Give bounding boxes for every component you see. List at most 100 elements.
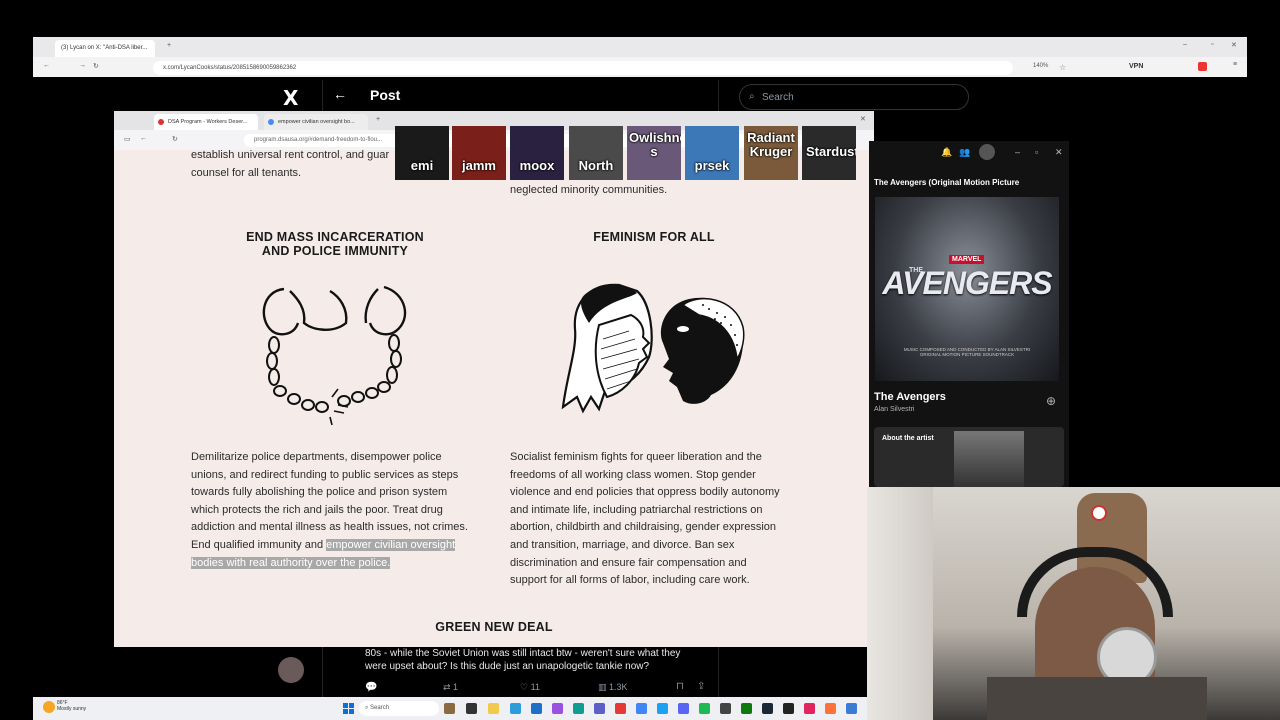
avatar-tile-radiant-kruger: Radiant Kruger bbox=[744, 126, 798, 180]
taskbar-app-icon[interactable] bbox=[720, 703, 731, 714]
taskbar-app-icon[interactable] bbox=[466, 703, 477, 714]
back-tab-x[interactable]: (3) Lycan on X: "Anti-DSA liber... bbox=[55, 40, 155, 57]
firefox-icon[interactable] bbox=[825, 703, 836, 714]
share-icon[interactable]: ⇪ bbox=[697, 681, 705, 692]
reply-avatar[interactable] bbox=[278, 657, 304, 683]
body-text-plain: End qualified immunity and bbox=[191, 538, 327, 551]
avatar-tile-moox: moox bbox=[510, 126, 564, 180]
track-artist[interactable]: Alan Silvestri bbox=[874, 406, 914, 413]
avatar-name: Stardust bbox=[806, 144, 856, 159]
taskbar-app-icon[interactable] bbox=[741, 703, 752, 714]
avatar-name: emi bbox=[410, 158, 434, 173]
taskbar-search-label: Search bbox=[370, 705, 390, 711]
highlighted-text[interactable]: empower civilian oversight bbox=[326, 538, 456, 551]
front-reload-icon[interactable]: ↻ bbox=[172, 135, 178, 143]
edge-icon[interactable] bbox=[573, 703, 584, 714]
dsa-favicon-icon bbox=[158, 119, 164, 125]
search-icon: ⌕ bbox=[749, 91, 755, 102]
taskbar-app-icon[interactable] bbox=[510, 703, 521, 714]
star-icon[interactable]: ☆ bbox=[1059, 63, 1066, 72]
retweet-button[interactable]: ⇄ 1 bbox=[443, 682, 458, 693]
x-post-title: Post bbox=[370, 87, 401, 103]
body-line: towards fully abolishing the police and … bbox=[191, 486, 448, 499]
taskbar-app-icon[interactable] bbox=[531, 703, 542, 714]
cover-credit-line-2: ORIGINAL MOTION PICTURE SOUNDTRACK bbox=[919, 352, 1015, 357]
x-back-arrow-icon[interactable]: ← bbox=[333, 86, 347, 102]
front-tab-search-title: empower civilian oversight bo... bbox=[278, 119, 355, 125]
reply-text-line-1: 80s - while the Soviet Union was still i… bbox=[365, 648, 681, 659]
back-nav-icon[interactable]: ← bbox=[43, 62, 50, 69]
top-right-text: neglected minority communities. bbox=[510, 184, 668, 196]
taskbar-app-icon[interactable] bbox=[804, 703, 815, 714]
file-explorer-icon[interactable] bbox=[488, 703, 499, 714]
taskbar-app-icon[interactable] bbox=[657, 703, 668, 714]
front-tab-dsa-title: DSA Program - Workers Deser... bbox=[168, 119, 248, 125]
x-search-input[interactable]: ⌕ Search bbox=[739, 84, 969, 110]
body-line: violence and end policies that oppress b… bbox=[510, 486, 780, 499]
taskbar-app-icon[interactable] bbox=[444, 703, 455, 714]
back-browser-window: (3) Lycan on X: "Anti-DSA liber... + – ▫… bbox=[33, 37, 1247, 77]
front-close-icon[interactable]: ✕ bbox=[860, 115, 866, 123]
back-tab-title: (3) Lycan on X: "Anti-DSA liber... bbox=[61, 45, 148, 51]
vpn-badge[interactable]: VPN bbox=[1129, 63, 1143, 70]
body-line: bodies with real authority over the poli… bbox=[191, 555, 491, 573]
avatar-tile-north: North bbox=[569, 126, 623, 180]
spotify-maximize-icon[interactable]: ▫ bbox=[1035, 147, 1038, 157]
track-title[interactable]: The Avengers bbox=[874, 391, 946, 403]
body-line: which protects the rich and jails the po… bbox=[191, 503, 443, 516]
menu-icon[interactable]: ≡ bbox=[1233, 61, 1237, 68]
taskbar-search[interactable]: ⌕ Search bbox=[359, 701, 439, 716]
zoom-level[interactable]: 140% bbox=[1033, 63, 1048, 69]
views-button[interactable]: ▥ 1.3K bbox=[598, 682, 628, 693]
bell-icon[interactable]: 🔔 bbox=[941, 147, 952, 158]
avatar-tile-emi: emi bbox=[395, 126, 449, 180]
extension-icon[interactable] bbox=[1198, 62, 1207, 71]
bookmark-icon[interactable]: ⊓ bbox=[676, 681, 684, 692]
windows-start-icon[interactable] bbox=[343, 703, 354, 714]
back-address-bar[interactable]: x.com/LycanCooks/status/2085158690059862… bbox=[153, 61, 1013, 75]
avatar-name: prsek bbox=[694, 158, 730, 173]
highlighted-text[interactable]: bodies with real authority over the poli… bbox=[191, 556, 391, 569]
add-to-library-icon[interactable]: ⊕ bbox=[1046, 394, 1056, 408]
discord-icon[interactable] bbox=[678, 703, 689, 714]
taskbar-app-icon[interactable] bbox=[783, 703, 794, 714]
front-new-tab-icon[interactable]: + bbox=[376, 116, 380, 123]
steam-icon[interactable] bbox=[762, 703, 773, 714]
spotify-close-icon[interactable]: ✕ bbox=[1055, 147, 1063, 158]
teams-icon[interactable] bbox=[594, 703, 605, 714]
spotify-minimize-icon[interactable]: – bbox=[1015, 147, 1020, 157]
new-tab-icon[interactable]: + bbox=[167, 42, 171, 49]
section-incarceration-body: Demilitarize police departments, disempo… bbox=[191, 449, 491, 572]
reply-text: 80s - while the Soviet Union was still i… bbox=[365, 647, 715, 673]
spotify-icon[interactable] bbox=[699, 703, 710, 714]
weather-icon[interactable] bbox=[43, 701, 55, 713]
reload-icon[interactable]: ↻ bbox=[93, 62, 99, 70]
taskbar-app-icon[interactable] bbox=[552, 703, 563, 714]
front-url-text: program.dsausa.org/#demand-freedom-to-fl… bbox=[254, 137, 383, 143]
youtube-icon[interactable] bbox=[615, 703, 626, 714]
avatar-tile-stardust: Stardust bbox=[802, 126, 856, 180]
taskbar-app-icon[interactable] bbox=[846, 703, 857, 714]
album-cover[interactable]: MARVEL THE AVENGERS MUSIC COMPOSED AND C… bbox=[875, 197, 1059, 381]
minimize-icon[interactable]: – bbox=[1183, 41, 1187, 48]
reply-comment-icon[interactable]: 💬 bbox=[365, 682, 377, 693]
weather-widget[interactable]: 86°F Mostly sunny bbox=[57, 700, 86, 712]
front-back-icon[interactable]: ← bbox=[140, 135, 147, 142]
friends-icon[interactable]: 👥 bbox=[959, 147, 970, 158]
front-tab-search[interactable]: empower civilian oversight bo... bbox=[264, 114, 368, 130]
chrome-icon[interactable] bbox=[636, 703, 647, 714]
like-button[interactable]: ♡ 11 bbox=[520, 682, 540, 693]
headphones bbox=[1017, 547, 1173, 617]
avatar-name: Radiant Kruger bbox=[747, 130, 795, 159]
spotify-avatar[interactable] bbox=[979, 144, 995, 160]
forward-nav-icon[interactable]: → bbox=[79, 62, 86, 69]
x-logo-icon[interactable]: X bbox=[283, 86, 298, 110]
maximize-icon[interactable]: ▫ bbox=[1211, 41, 1213, 48]
section-incarceration-heading: END MASS INCARCERATION AND POLICE IMMUNI… bbox=[204, 230, 466, 258]
chain-link bbox=[268, 336, 280, 354]
front-sidebar-icon[interactable]: ▭ bbox=[124, 135, 131, 143]
about-artist-card[interactable]: About the artist bbox=[874, 427, 1064, 487]
front-tab-dsa[interactable]: DSA Program - Workers Deser... bbox=[154, 114, 258, 130]
section-green-new-deal-heading: GREEN NEW DEAL bbox=[435, 620, 553, 634]
close-icon[interactable]: ✕ bbox=[1231, 41, 1237, 49]
